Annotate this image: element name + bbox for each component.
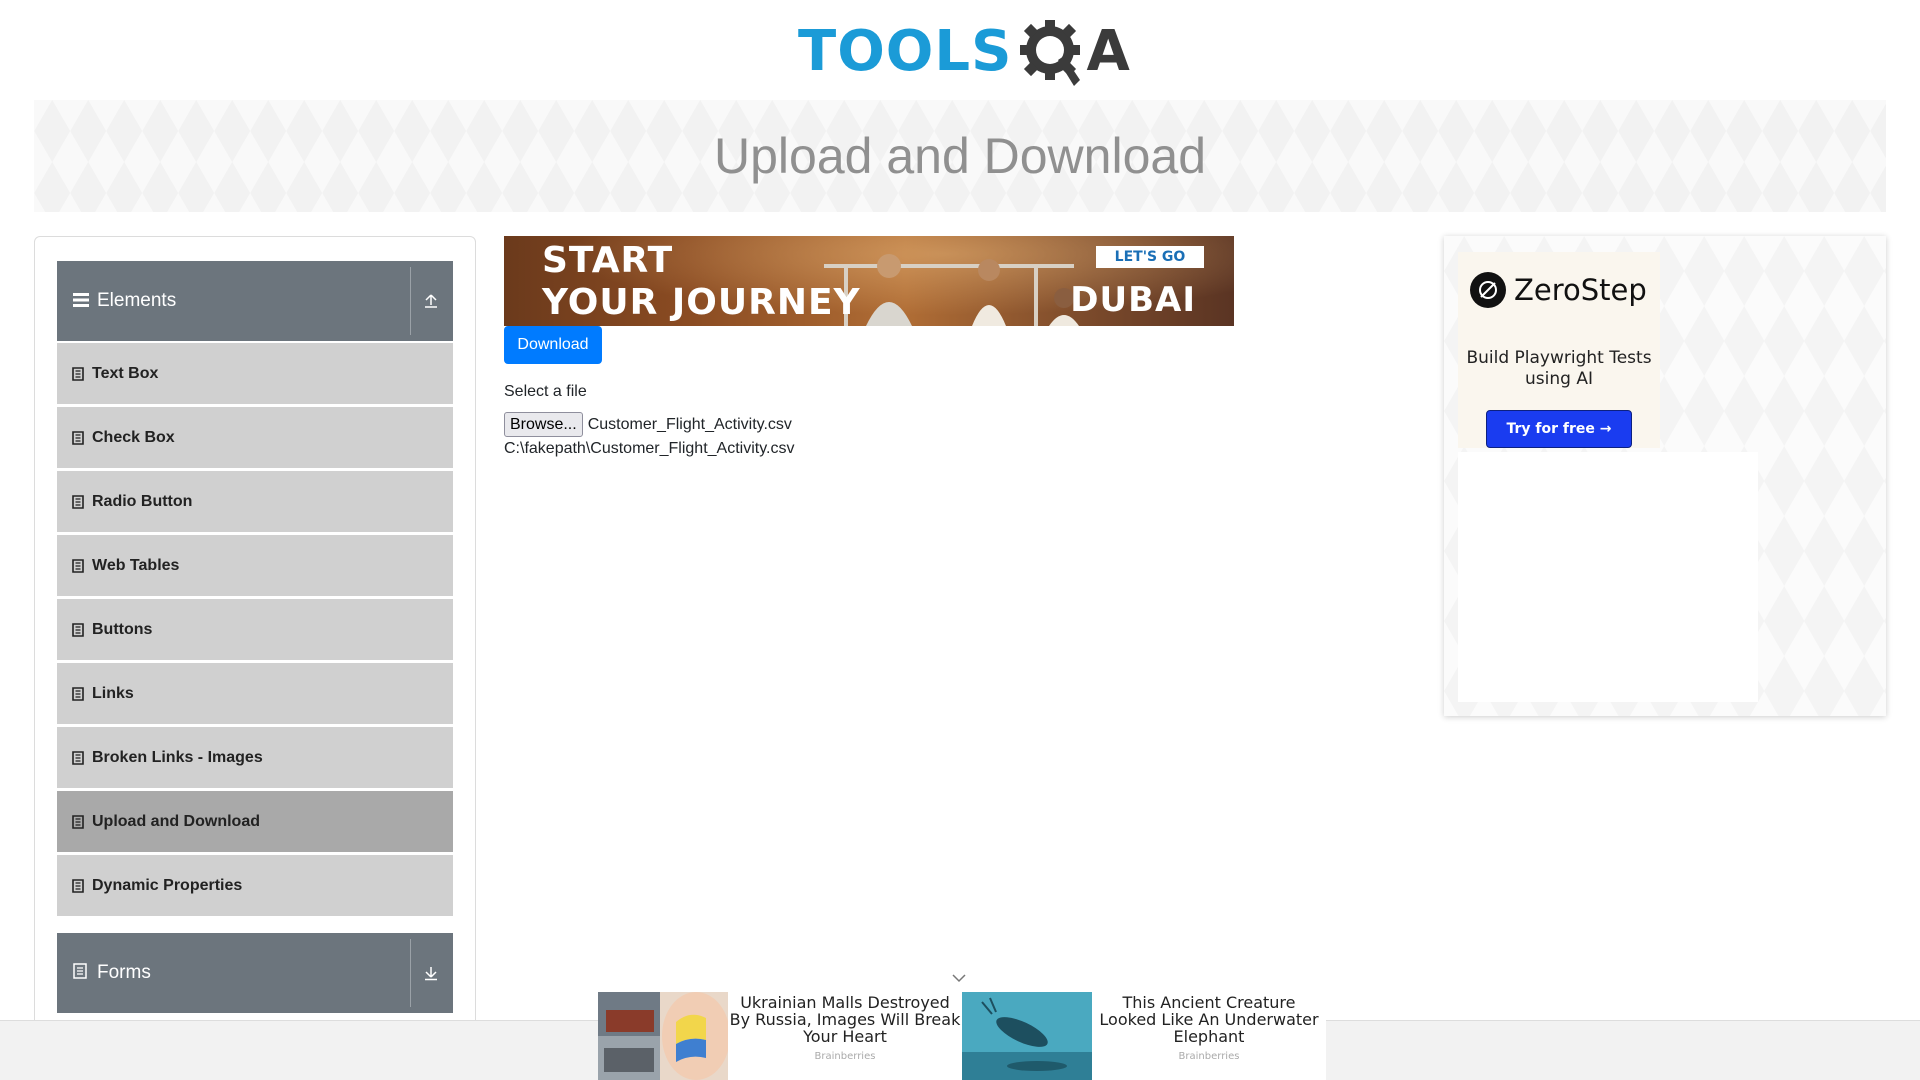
upload-file-input[interactable]: Browse... Customer_Flight_Activity.csv xyxy=(504,412,792,437)
sidebar-item-label: Dynamic Properties xyxy=(92,876,243,894)
native-ad-2[interactable]: This Ancient Creature Looked Like An Und… xyxy=(962,992,1326,1080)
chevron-down-icon[interactable] xyxy=(950,970,968,986)
sidebar-item-label: Text Box xyxy=(92,364,159,382)
item-icon xyxy=(71,366,85,381)
ad-1-text: Ukrainian Malls Destroyed By Russia, Ima… xyxy=(728,992,962,1080)
ad-line-1: START xyxy=(542,240,674,281)
sidebar-item-dynamic-properties[interactable]: Dynamic Properties xyxy=(57,855,453,917)
sidebar-item-label: Buttons xyxy=(92,620,153,638)
page-title: Upload and Download xyxy=(713,128,1207,184)
page: TOOLS A Upload and Download Elements Tex… xyxy=(0,0,1920,1080)
try-for-free-button[interactable]: Try for free → xyxy=(1486,410,1632,448)
page-banner: Upload and Download xyxy=(34,100,1886,212)
expand-down-icon[interactable] xyxy=(417,933,445,1013)
logo-text: TOOLS xyxy=(798,19,1013,84)
sidebar-item-text-box[interactable]: Text Box xyxy=(57,343,453,405)
toolsqa-logo[interactable]: TOOLS A xyxy=(798,14,1130,90)
sidebar-item-broken-links[interactable]: Broken Links - Images xyxy=(57,727,453,789)
ad-placeholder xyxy=(1458,452,1758,702)
collapse-up-icon[interactable] xyxy=(417,261,445,341)
zerostep-logo-icon xyxy=(1470,272,1506,308)
group-label: Elements xyxy=(97,290,177,311)
divider xyxy=(410,939,411,1007)
ad-cta[interactable]: LET'S GO xyxy=(1096,246,1204,268)
sidebar-item-label: Links xyxy=(92,684,134,702)
ad-line-2: YOUR JOURNEY xyxy=(542,282,861,323)
selected-file-name: Customer_Flight_Activity.csv xyxy=(587,415,792,433)
sidebar-item-label: Broken Links - Images xyxy=(92,748,263,766)
uploaded-file-path: C:\fakepath\Customer_Flight_Activity.csv xyxy=(504,440,795,457)
dubai-ad-banner[interactable]: START YOUR JOURNEY LET'S GO DUBAI xyxy=(504,236,1234,326)
ad-headline: This Ancient Creature Looked Like An Und… xyxy=(1099,993,1319,1046)
sidebar-item-label: Web Tables xyxy=(92,556,180,574)
ad-source: Brainberries xyxy=(814,1051,876,1062)
divider xyxy=(410,267,411,335)
item-icon xyxy=(71,686,85,701)
sidebar-item-label: Upload and Download xyxy=(92,812,260,830)
native-ad-1[interactable]: Ukrainian Malls Destroyed By Russia, Ima… xyxy=(598,992,962,1080)
side-ad: ZeroStep Build Playwright Tests using AI… xyxy=(1444,236,1886,716)
group-header-forms[interactable]: Forms xyxy=(57,933,453,1013)
ad-source: Brainberries xyxy=(1178,1051,1240,1062)
sidebar-item-radio-button[interactable]: Radio Button xyxy=(57,471,453,533)
sidebar-item-buttons[interactable]: Buttons xyxy=(57,599,453,661)
item-icon xyxy=(71,430,85,445)
document-icon xyxy=(73,962,91,984)
ad-brand: DUBAI xyxy=(1070,280,1196,320)
zerostep-ad-card[interactable]: ZeroStep Build Playwright Tests using AI… xyxy=(1458,252,1660,448)
ad-2-thumbnail xyxy=(962,992,1092,1080)
item-icon xyxy=(71,558,85,573)
sidebar-item-links[interactable]: Links xyxy=(57,663,453,725)
zerostep-tagline: Build Playwright Tests using AI xyxy=(1466,348,1652,389)
logo-suffix: A xyxy=(1086,19,1130,84)
select-file-label: Select a file xyxy=(504,383,587,400)
download-button[interactable]: Download xyxy=(504,326,602,364)
item-icon xyxy=(71,750,85,765)
item-icon xyxy=(71,878,85,893)
item-icon xyxy=(71,814,85,829)
ad-2-text: This Ancient Creature Looked Like An Und… xyxy=(1092,992,1326,1080)
sidebar-item-web-tables[interactable]: Web Tables xyxy=(57,535,453,597)
ad-1-thumbnail xyxy=(598,992,728,1080)
sidebar-item-upload-download[interactable]: Upload and Download xyxy=(57,791,453,853)
sidebar-item-label: Check Box xyxy=(92,428,175,446)
ad-headline: Ukrainian Malls Destroyed By Russia, Ima… xyxy=(729,993,961,1046)
zerostep-name: ZeroStep xyxy=(1514,273,1647,307)
browse-button[interactable]: Browse... xyxy=(504,412,583,437)
sidebar: Elements Text Box Check Box Radio Button… xyxy=(34,236,476,1080)
hamburger-icon xyxy=(73,291,91,312)
group-label: Forms xyxy=(97,962,151,983)
sidebar-item-check-box[interactable]: Check Box xyxy=(57,407,453,469)
item-icon xyxy=(71,622,85,637)
sidebar-item-label: Radio Button xyxy=(92,492,193,510)
item-icon xyxy=(71,494,85,509)
group-header-elements[interactable]: Elements xyxy=(57,261,453,341)
zerostep-brand: ZeroStep xyxy=(1470,272,1647,308)
logo-gear-icon: A xyxy=(1014,14,1130,90)
